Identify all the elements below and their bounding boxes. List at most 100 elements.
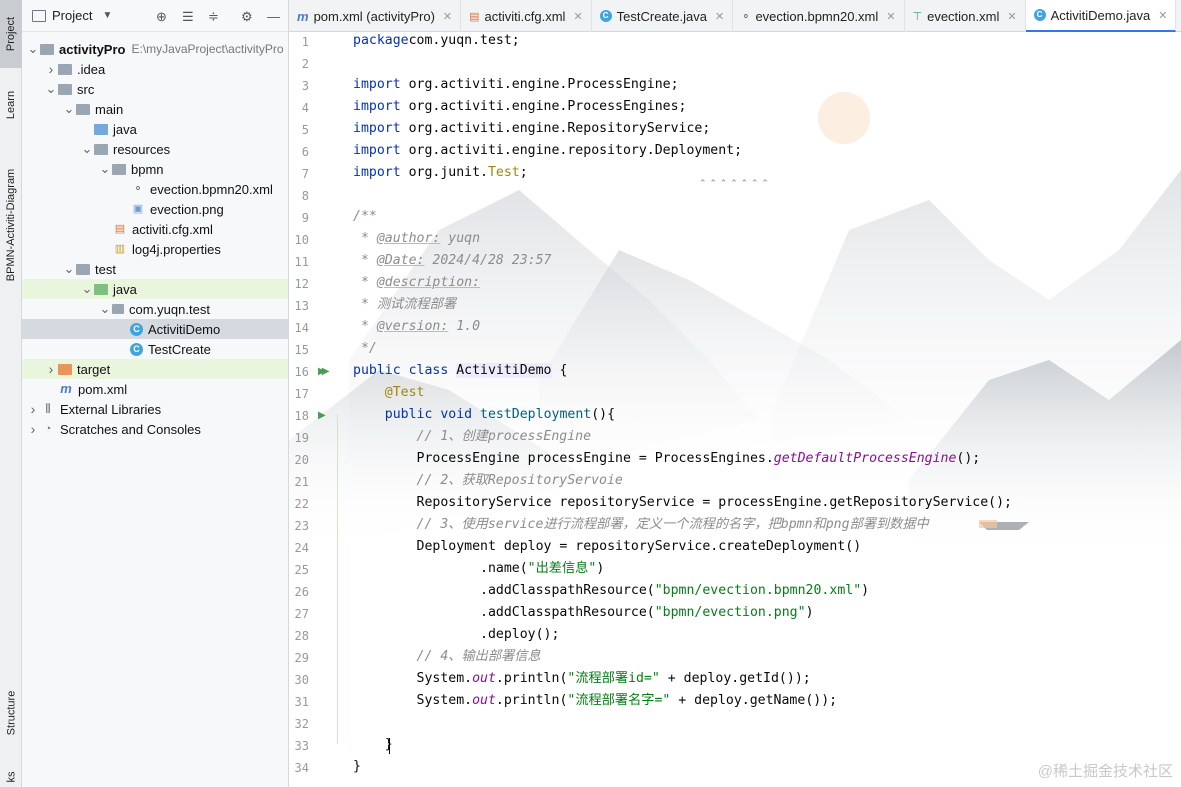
close-tab-icon[interactable]: ✕: [443, 10, 452, 23]
code-line[interactable]: import org.activiti.engine.ProcessEngine…: [353, 96, 686, 118]
code-line[interactable]: * @version: 1.0: [353, 316, 480, 338]
tree-item[interactable]: ⌄ test: [22, 259, 288, 279]
editor-tab[interactable]: m pom.xml (activityPro) ✕: [289, 0, 462, 32]
code-line[interactable]: .addClasspathResource("bpmn/evection.png…: [353, 602, 813, 624]
code-line[interactable]: Deployment deploy = repositoryService.cr…: [353, 536, 862, 558]
code-line[interactable]: System.out.println("流程部署名字=" + deploy.ge…: [353, 690, 838, 712]
tree-item[interactable]: › .idea: [22, 59, 288, 79]
code-line[interactable]: * 测试流程部署: [353, 294, 456, 316]
chevron-down-icon[interactable]: ⌄: [98, 162, 112, 175]
code-line[interactable]: * @description:: [353, 272, 480, 294]
code-line[interactable]: /**: [353, 206, 377, 228]
code-line[interactable]: import org.activiti.engine.RepositorySer…: [353, 118, 710, 140]
tree-item[interactable]: m pom.xml: [22, 379, 288, 399]
collapse-all-icon[interactable]: ≑: [208, 9, 219, 25]
chevron-down-icon[interactable]: ▼: [102, 10, 112, 21]
bpmn-diagram-tool-tab[interactable]: BPMN-Activiti-Diagram: [0, 150, 22, 300]
code-line[interactable]: }: [353, 734, 393, 756]
chevron-down-icon[interactable]: ⌄: [62, 262, 76, 275]
code-line[interactable]: * @Date: 2024/4/28 23:57: [353, 250, 552, 272]
code-line[interactable]: .deploy();: [353, 624, 559, 646]
tree-item[interactable]: ⌄ bpmn: [22, 159, 288, 179]
close-tab-icon[interactable]: ✕: [1158, 9, 1167, 22]
gear-icon[interactable]: ⚙: [241, 9, 253, 25]
tree-item[interactable]: › ⫼ External Libraries: [22, 399, 288, 419]
close-tab-icon[interactable]: ✕: [715, 10, 724, 23]
code-line[interactable]: packagecom.yuqn.test;: [353, 30, 520, 52]
chevron-down-icon[interactable]: ⌄: [98, 302, 112, 315]
code-line[interactable]: System.out.println("流程部署id=" + deploy.ge…: [353, 668, 811, 690]
minimize-icon[interactable]: —: [267, 9, 280, 24]
chevron-right-icon[interactable]: ›: [44, 61, 58, 77]
run-class-icon[interactable]: ▶▶: [318, 366, 330, 377]
code-area[interactable]: packagecom.yuqn.test; import org.activiti…: [337, 30, 1181, 787]
structure-tool-tab[interactable]: Structure: [0, 682, 22, 744]
code-token: .addClasspathResource(: [353, 605, 655, 620]
chevron-right-icon[interactable]: ›: [44, 361, 58, 377]
tree-item[interactable]: ⌄ activityPro E:\myJavaProject\activityPro: [22, 39, 288, 59]
code-line[interactable]: public void testDeployment(){: [353, 404, 615, 426]
tree-item[interactable]: › target: [22, 359, 288, 379]
code-line[interactable]: // 2、获取RepositoryServoie: [353, 470, 623, 492]
editor-tab[interactable]: ⚬ evection.bpmn20.xml ✕: [733, 0, 905, 32]
tree-item[interactable]: ▤ activiti.cfg.xml: [22, 219, 288, 239]
editor-tab[interactable]: ⊤ evection.xml ✕: [905, 0, 1026, 32]
tree-item[interactable]: ▥ log4j.properties: [22, 239, 288, 259]
bpmn-file-icon: ⚬: [741, 10, 751, 23]
code-token: org.activiti.engine.RepositoryService;: [408, 121, 711, 136]
project-tool-tab[interactable]: Project: [0, 0, 22, 68]
editor-tab[interactable]: C ActivitiDemo.java ✕: [1025, 0, 1177, 32]
tree-item[interactable]: ⌄ resources: [22, 139, 288, 159]
code-line[interactable]: import org.activiti.engine.repository.De…: [353, 140, 742, 162]
expand-all-icon[interactable]: ☰: [182, 9, 194, 25]
tree-item[interactable]: java: [22, 119, 288, 139]
code-line[interactable]: // 3、使用service进行流程部署，定义一个流程的名字，把bpmn和png…: [353, 514, 929, 536]
code-line[interactable]: // 4、输出部署信息: [353, 646, 541, 668]
code-line[interactable]: @Test: [353, 382, 425, 404]
close-tab-icon[interactable]: ✕: [886, 10, 895, 23]
tree-item[interactable]: C TestCreate: [22, 339, 288, 359]
code-line[interactable]: RepositoryService repositoryService = pr…: [353, 492, 1012, 514]
line-number: 19: [294, 431, 309, 445]
code-line[interactable]: import org.junit.Test;: [353, 162, 528, 184]
code-line[interactable]: .name("出差信息"): [353, 558, 604, 580]
editor-tab[interactable]: C TestCreate.java ✕: [592, 0, 734, 32]
chevron-down-icon[interactable]: ⌄: [26, 42, 40, 55]
code-line[interactable]: import org.activiti.engine.ProcessEngine…: [353, 74, 679, 96]
maven-icon: m: [60, 381, 72, 396]
chevron-down-icon[interactable]: ⌄: [44, 82, 58, 95]
tree-item[interactable]: ⌄ java: [22, 279, 288, 299]
run-test-icon[interactable]: ▶: [318, 410, 326, 421]
tree-item[interactable]: ⌄ src: [22, 79, 288, 99]
test-folder-icon: [94, 283, 108, 295]
code-line[interactable]: * @author: yuqn: [353, 228, 480, 250]
chevron-right-icon[interactable]: ›: [26, 401, 40, 417]
code-line[interactable]: .addClasspathResource("bpmn/evection.bpm…: [353, 580, 869, 602]
tree-item[interactable]: ⌄ com.yuqn.test: [22, 299, 288, 319]
tree-item[interactable]: C ActivitiDemo: [22, 319, 288, 339]
tree-item[interactable]: ⚬ evection.bpmn20.xml: [22, 179, 288, 199]
code-line[interactable]: public class ActivitiDemo {: [353, 360, 567, 382]
project-view-selector[interactable]: Project: [52, 8, 92, 23]
chevron-right-icon[interactable]: ›: [26, 421, 40, 437]
tree-item[interactable]: › ◔ Scratches and Consoles: [22, 419, 288, 439]
editor-tab[interactable]: ▤ activiti.cfg.xml ✕: [461, 0, 592, 32]
bookmarks-tool-tab[interactable]: ks: [0, 766, 22, 787]
chevron-down-icon[interactable]: ⌄: [62, 102, 76, 115]
tree-item[interactable]: ▣ evection.png: [22, 199, 288, 219]
code-line[interactable]: // 1、创建processEngine: [353, 426, 592, 448]
close-tab-icon[interactable]: ✕: [1007, 10, 1016, 23]
java-class-icon: C: [130, 322, 143, 336]
code-line[interactable]: */: [353, 338, 377, 360]
close-tab-icon[interactable]: ✕: [573, 10, 582, 23]
tree-item[interactable]: ⌄ main: [22, 99, 288, 119]
line-number: 24: [294, 541, 309, 555]
chevron-down-icon[interactable]: ⌄: [80, 282, 94, 295]
line-number: 15: [294, 343, 309, 357]
chevron-down-icon[interactable]: ⌄: [80, 142, 94, 155]
learn-tool-tab[interactable]: Learn: [0, 80, 22, 130]
locate-icon[interactable]: ⊕: [156, 9, 167, 25]
code-line[interactable]: ProcessEngine processEngine = ProcessEng…: [353, 448, 981, 470]
code-token: .name(: [353, 561, 528, 576]
code-line[interactable]: }: [353, 756, 361, 778]
